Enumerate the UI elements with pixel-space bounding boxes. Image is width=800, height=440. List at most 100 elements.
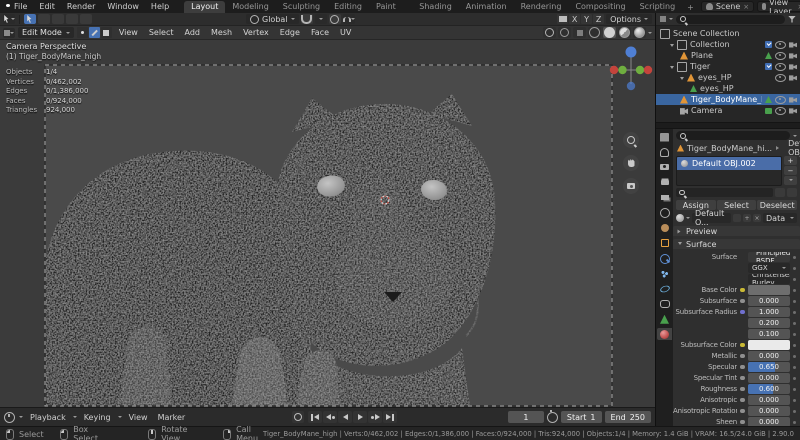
- tab-view-layer[interactable]: [657, 192, 672, 204]
- gizmo-y-neg[interactable]: [618, 66, 626, 74]
- gizmo-x-pos[interactable]: [644, 66, 652, 74]
- surface-section-header[interactable]: Surface: [673, 239, 800, 249]
- select-box-tool-button[interactable]: [38, 14, 50, 24]
- decorator-dot[interactable]: [793, 355, 796, 358]
- gizmo-z-axis[interactable]: [626, 47, 637, 58]
- outliner-item-scene-collection[interactable]: Scene Collection: [656, 28, 800, 39]
- frame-end-field[interactable]: End250: [605, 411, 651, 423]
- gizmo-z-neg[interactable]: [627, 82, 635, 90]
- menu-view[interactable]: View: [115, 28, 142, 37]
- breadcrumb-object[interactable]: Tiger_BodyMane_hi...: [687, 144, 772, 153]
- slot-specials-button[interactable]: [784, 176, 797, 185]
- breadcrumb-material[interactable]: Default OBJ.00: [788, 139, 800, 157]
- shading-rendered-button[interactable]: [633, 27, 646, 38]
- distribution-dropdown[interactable]: GGX: [748, 263, 790, 273]
- hide-eye-icon[interactable]: [775, 74, 786, 82]
- tab-shading[interactable]: Shading: [412, 1, 459, 13]
- disclosure-triangle[interactable]: [670, 66, 674, 71]
- subsurface-field[interactable]: 0.000: [748, 296, 790, 306]
- roughness-slider[interactable]: 0.600: [748, 384, 790, 394]
- select-circle-tool-button[interactable]: [52, 14, 64, 24]
- properties-editor-selector[interactable]: [657, 131, 672, 143]
- tab-rendering[interactable]: Rendering: [514, 1, 569, 13]
- exclude-checkbox[interactable]: [765, 63, 772, 70]
- decorator-dot[interactable]: [793, 289, 796, 292]
- xray-toggle[interactable]: [573, 27, 586, 38]
- mirror-x-button[interactable]: X: [569, 14, 580, 24]
- mode-dropdown[interactable]: Edit Mode: [18, 27, 74, 38]
- frame-start-field[interactable]: Start1: [561, 411, 602, 423]
- render-visibility-icon[interactable]: [789, 64, 797, 70]
- fake-user-button[interactable]: [733, 214, 741, 222]
- hide-eye-icon[interactable]: [775, 41, 786, 49]
- render-visibility-icon[interactable]: [789, 53, 797, 59]
- decorator-dot[interactable]: [793, 267, 796, 270]
- menu-edit[interactable]: Edit: [34, 2, 60, 11]
- anisotropic-rotation-field[interactable]: 0.000: [748, 406, 790, 416]
- menu-playback[interactable]: Playback: [27, 413, 69, 422]
- tab-render[interactable]: [657, 161, 672, 173]
- tab-scripting[interactable]: Scripting: [633, 1, 683, 13]
- decorator-dot[interactable]: [793, 410, 796, 413]
- mirror-icon-button[interactable]: [557, 14, 568, 24]
- render-visibility-icon[interactable]: [789, 42, 797, 48]
- outliner-display-mode-icon[interactable]: [660, 16, 666, 22]
- subsurface-method-dropdown[interactable]: Christensen-Burley: [748, 274, 790, 284]
- auto-key-button[interactable]: [292, 411, 304, 423]
- proportional-edit-toggle[interactable]: [329, 14, 341, 24]
- tab-output[interactable]: [657, 177, 672, 189]
- scene-selector[interactable]: Scene ×: [701, 1, 754, 12]
- properties-search-field[interactable]: [676, 131, 790, 140]
- select-lasso-tool-button[interactable]: [66, 14, 78, 24]
- hide-eye-icon[interactable]: [775, 107, 786, 115]
- edge-select-button[interactable]: [89, 27, 100, 38]
- pan-button[interactable]: [623, 155, 639, 171]
- subsurface-color-swatch[interactable]: [748, 340, 790, 350]
- menu-file[interactable]: File: [9, 2, 32, 11]
- shading-material-button[interactable]: [618, 27, 631, 38]
- subsurface-radius-z[interactable]: 0.100: [748, 329, 790, 339]
- link-mode-dropdown[interactable]: Data: [763, 213, 797, 223]
- transform-orientation-dropdown[interactable]: Global: [246, 14, 299, 24]
- menu-select[interactable]: Select: [145, 28, 178, 37]
- menu-mesh[interactable]: Mesh: [207, 28, 236, 37]
- properties-options-icon[interactable]: [793, 135, 797, 139]
- show-gizmo-toggle[interactable]: [543, 27, 556, 38]
- tab-sculpting[interactable]: Sculpting: [276, 1, 327, 13]
- add-workspace-button[interactable]: +: [682, 2, 699, 13]
- material-slot-active[interactable]: Default OBJ.002: [677, 157, 781, 170]
- tab-compositing[interactable]: Compositing: [568, 1, 632, 13]
- menu-help[interactable]: Help: [146, 2, 174, 11]
- scene-unlink-icon[interactable]: ×: [743, 3, 749, 11]
- outliner-item-plane[interactable]: Plane: [656, 50, 800, 61]
- sort-alpha-button[interactable]: [775, 188, 785, 197]
- face-select-button[interactable]: [101, 27, 112, 38]
- outliner-item-eyes-hp-data[interactable]: eyes_HP: [656, 83, 800, 94]
- editor-type-selector[interactable]: [3, 28, 15, 38]
- menu-edge[interactable]: Edge: [276, 28, 304, 37]
- decorator-dot[interactable]: [793, 300, 796, 303]
- decorator-dot[interactable]: [793, 421, 796, 424]
- add-slot-button[interactable]: +: [784, 156, 797, 165]
- sort-invert-button[interactable]: [787, 188, 797, 197]
- material-slot-list[interactable]: Default OBJ.002: [676, 156, 782, 186]
- preview-section-header[interactable]: Preview: [673, 226, 800, 236]
- current-frame-field[interactable]: 1: [508, 411, 544, 423]
- slot-search-field[interactable]: [676, 188, 773, 197]
- metallic-field[interactable]: 0.000: [748, 351, 790, 361]
- tweak-tool-button[interactable]: [24, 14, 36, 24]
- material-name-field[interactable]: Default O...: [692, 213, 731, 223]
- timeline-editor-icon[interactable]: [4, 412, 15, 423]
- deselect-button[interactable]: Deselect: [757, 200, 797, 210]
- specular-slider[interactable]: 0.650: [748, 362, 790, 372]
- outliner-item-collection[interactable]: Collection: [656, 39, 800, 50]
- decorator-dot[interactable]: [793, 256, 796, 259]
- subsurface-radius-y[interactable]: 0.200: [748, 318, 790, 328]
- base-color-swatch[interactable]: [748, 285, 790, 295]
- jump-to-start-button[interactable]: [308, 411, 322, 423]
- view-layer-selector[interactable]: View Layer ×: [757, 1, 800, 12]
- zoom-button[interactable]: [623, 132, 639, 148]
- decorator-dot[interactable]: [793, 278, 796, 281]
- decorator-dot[interactable]: [793, 388, 796, 391]
- gizmo-y-pos[interactable]: [636, 66, 644, 74]
